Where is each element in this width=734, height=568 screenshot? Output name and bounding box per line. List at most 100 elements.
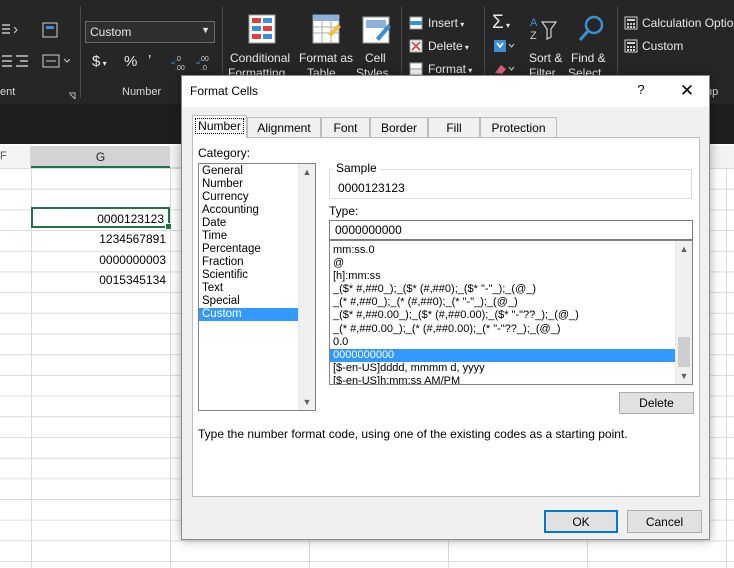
- alignment-dialog-launcher-icon[interactable]: [68, 89, 76, 100]
- sort-filter-label-1[interactable]: Sort &: [529, 51, 562, 65]
- ribbon-separator: [80, 6, 81, 98]
- custom-calc-button[interactable]: Custom: [642, 39, 683, 53]
- tab-number[interactable]: Number: [192, 115, 247, 138]
- close-icon[interactable]: ✕: [676, 81, 698, 103]
- decrease-decimal-icon[interactable]: .00.0: [196, 54, 218, 72]
- type-label: Type:: [329, 204, 359, 218]
- number-group-label: Number: [122, 86, 162, 98]
- cell-g4[interactable]: 0015345134: [31, 270, 170, 291]
- scroll-thumb[interactable]: [678, 337, 690, 367]
- tab-font[interactable]: Font: [321, 117, 370, 137]
- category-scrollbar[interactable]: ▲ ▼: [298, 164, 315, 410]
- insert-cells-icon[interactable]: [409, 16, 425, 30]
- find-select-label-1[interactable]: Find &: [571, 51, 606, 65]
- tab-alignment[interactable]: Alignment: [247, 117, 321, 137]
- comma-style-button[interactable]: ’: [148, 52, 151, 69]
- clear-icon[interactable]: [493, 62, 515, 76]
- format-cells-icon[interactable]: [409, 62, 425, 76]
- type-input[interactable]: [329, 220, 693, 240]
- tab-border[interactable]: Border: [370, 117, 428, 137]
- hint-text: Type the number format code, using one o…: [198, 427, 628, 441]
- indent-icon[interactable]: [2, 54, 32, 68]
- format-item[interactable]: _($* #,##0.00_);_($* (#,##0.00);_($* "-"…: [330, 309, 692, 322]
- column-header-g[interactable]: G: [31, 146, 170, 168]
- currency-format-button[interactable]: $ ▾: [92, 53, 107, 70]
- conditional-formatting-icon[interactable]: [248, 14, 278, 46]
- cell-g1[interactable]: 0000123123: [31, 207, 172, 230]
- format-item[interactable]: [$-en-US]h:mm:ss AM/PM: [330, 375, 692, 384]
- format-as-table-label-1[interactable]: Format as: [299, 51, 353, 65]
- chevron-down-icon: ▾: [462, 43, 469, 52]
- cell-styles-label-1[interactable]: Cell: [365, 51, 386, 65]
- cell-styles-icon[interactable]: [362, 14, 392, 46]
- format-item[interactable]: [$-en-US]dddd, mmmm d, yyyy: [330, 362, 692, 375]
- format-item[interactable]: _(* #,##0.00_);_(* (#,##0.00);_(* "-"??_…: [330, 323, 692, 336]
- format-button[interactable]: Format ▾: [428, 62, 472, 76]
- insert-button[interactable]: Insert ▾: [428, 16, 464, 30]
- tab-fill[interactable]: Fill: [428, 117, 480, 137]
- number-format-dropdown[interactable]: Custom ▼: [85, 21, 215, 43]
- delete-cells-icon[interactable]: [409, 39, 425, 53]
- help-button[interactable]: ?: [631, 82, 651, 102]
- column-header-f[interactable]: F: [0, 146, 31, 168]
- chevron-down-icon: ▾: [466, 66, 473, 75]
- format-item[interactable]: @: [330, 257, 692, 270]
- merge-center-icon[interactable]: [42, 54, 71, 68]
- svg-text:.0: .0: [201, 65, 207, 72]
- format-scrollbar[interactable]: ▲ ▼: [675, 241, 692, 384]
- svg-text:.00: .00: [199, 56, 209, 63]
- chevron-down-icon: ▼: [201, 25, 210, 35]
- format-item[interactable]: [h]:mm:ss: [330, 270, 692, 283]
- find-select-icon[interactable]: [577, 14, 607, 44]
- format-items: mm:ss.0 @ [h]:mm:ss _($* #,##0_);_($* (#…: [330, 241, 692, 384]
- delete-label: Delete: [428, 39, 463, 53]
- dialog-title: Format Cells: [190, 84, 259, 98]
- scroll-down-icon[interactable]: ▼: [299, 394, 315, 410]
- format-item[interactable]: 0.0: [330, 336, 692, 349]
- format-code-list[interactable]: mm:ss.0 @ [h]:mm:ss _($* #,##0_);_($* (#…: [329, 240, 693, 385]
- scroll-up-icon[interactable]: ▲: [676, 241, 692, 257]
- sample-value: 0000123123: [338, 181, 405, 195]
- autosum-icon[interactable]: Σ ▾: [492, 12, 510, 34]
- ok-button[interactable]: OK: [544, 510, 618, 533]
- sample-label: Sample: [333, 161, 380, 175]
- wrap-text-icon[interactable]: [42, 22, 60, 38]
- percent-style-button[interactable]: %: [124, 53, 137, 70]
- alignment-group-label: ent: [0, 86, 16, 98]
- svg-text:.0: .0: [175, 56, 181, 63]
- format-item[interactable]: _(* #,##0_);_(* (#,##0);_(* "-"_);_(@_): [330, 296, 692, 309]
- format-as-table-icon[interactable]: [312, 14, 342, 46]
- svg-text:Z: Z: [530, 30, 537, 42]
- format-item-selected[interactable]: 0000000000: [330, 348, 692, 362]
- format-cells-dialog: Format Cells ? ✕ Number Alignment Font B…: [181, 75, 710, 540]
- insert-label: Insert: [428, 16, 459, 30]
- calculation-options-button[interactable]: Calculation Optio: [642, 16, 733, 30]
- chevron-down-icon: ▾: [458, 20, 465, 29]
- scroll-down-icon[interactable]: ▼: [676, 368, 692, 384]
- format-item[interactable]: mm:ss.0: [330, 244, 692, 257]
- calculator-icon[interactable]: [624, 16, 638, 30]
- cancel-button[interactable]: Cancel: [627, 510, 702, 533]
- category-list[interactable]: General Number Currency Accounting Date …: [198, 163, 316, 411]
- tab-protection[interactable]: Protection: [480, 117, 557, 137]
- delete-button[interactable]: Delete: [619, 392, 694, 414]
- number-format-value: Custom: [90, 25, 132, 39]
- increase-decimal-icon[interactable]: .0.00: [171, 54, 193, 72]
- svg-text:A: A: [530, 17, 538, 29]
- calculator-icon[interactable]: [624, 39, 638, 53]
- orientation-icon[interactable]: [2, 22, 20, 36]
- category-label: Category:: [198, 146, 251, 160]
- delete-button-ribbon[interactable]: Delete ▾: [428, 39, 469, 53]
- format-item[interactable]: _($* #,##0_);_($* (#,##0);_($* "-"_);_(@…: [330, 283, 692, 296]
- svg-text:.00: .00: [175, 65, 185, 72]
- sort-filter-icon[interactable]: AZ: [530, 14, 560, 44]
- conditional-formatting-label-1[interactable]: Conditional: [230, 51, 290, 65]
- dialog-titlebar[interactable]: Format Cells ? ✕: [182, 76, 709, 107]
- chevron-down-icon: ▾: [100, 59, 107, 68]
- cell-g2[interactable]: 1234567891: [31, 229, 170, 250]
- cell-g3[interactable]: 0000000003: [31, 250, 170, 271]
- fill-icon[interactable]: [493, 39, 515, 53]
- format-label: Format: [428, 62, 467, 76]
- tab-number-label: Number: [195, 118, 244, 134]
- scroll-up-icon[interactable]: ▲: [299, 164, 315, 180]
